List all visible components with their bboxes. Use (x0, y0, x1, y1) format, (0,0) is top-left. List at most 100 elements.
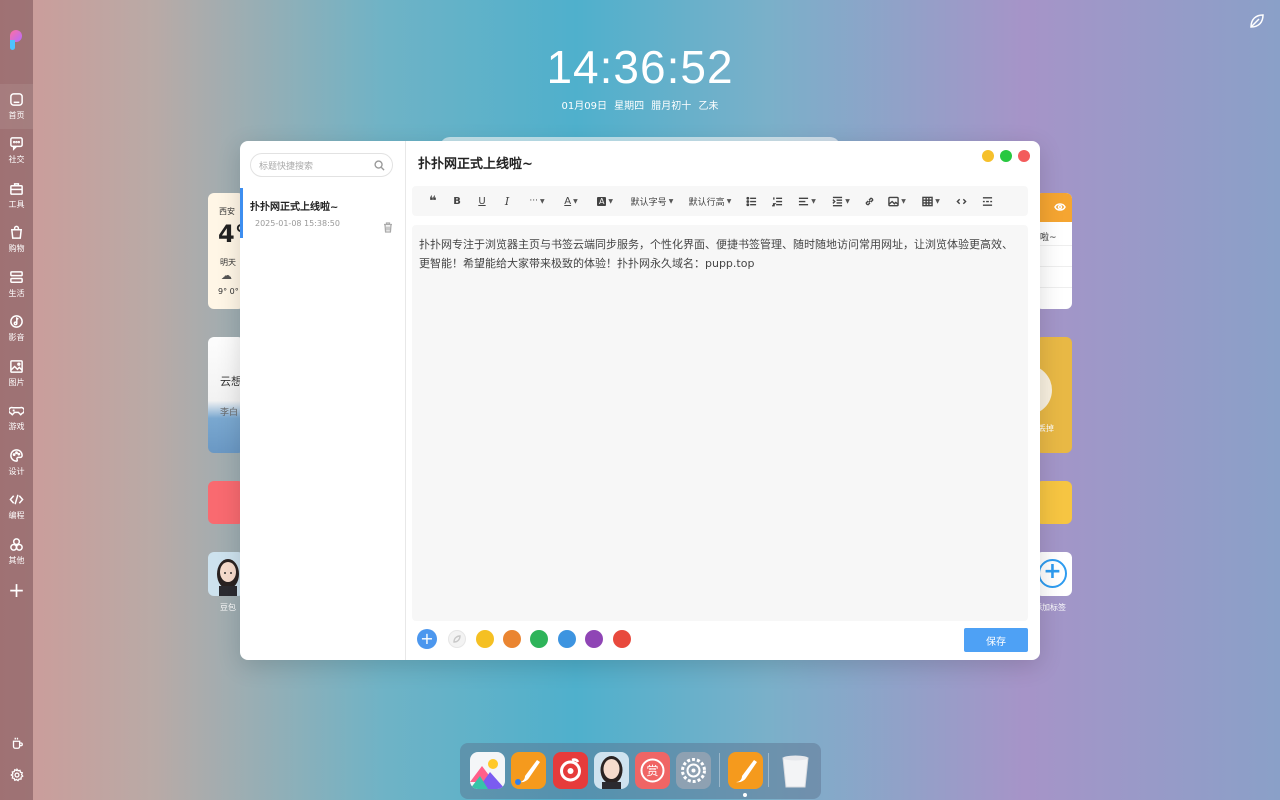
sidebar-item-label: 编程 (8, 511, 25, 521)
weather-widget[interactable]: 西安 4° 明天 ☁ 9° 0° (208, 193, 244, 309)
reward-app-icon[interactable]: 赏 (635, 752, 670, 789)
yellow-widget[interactable]: 丢掉 (1036, 337, 1072, 453)
sidebar-item-life[interactable]: 生活 (0, 262, 33, 307)
color-yellow-button[interactable] (476, 630, 494, 648)
note-search-input[interactable] (251, 156, 366, 178)
quote-button[interactable]: ❝ (422, 186, 444, 216)
save-button[interactable]: 保存 (964, 628, 1028, 652)
doubao-widget[interactable] (208, 552, 244, 596)
coffee-icon[interactable] (10, 736, 24, 750)
no-color-icon (453, 635, 461, 643)
note-list-item[interactable]: 扑扑网正式上线啦~ 2025-01-08 15:38:50 (240, 188, 405, 238)
add-note-button[interactable]: + (417, 629, 437, 649)
note-editor-window: 扑扑网正式上线啦~ 2025-01-08 15:38:50 扑扑网正式上线啦~ … (240, 141, 1040, 660)
note-item-time: 2025-01-08 15:38:50 (255, 219, 340, 228)
italic-button[interactable]: I (494, 186, 520, 216)
indent-button[interactable]: ▼ (824, 186, 858, 216)
sidebar-item-label: 购物 (8, 244, 25, 254)
sidebar-item-design[interactable]: 设计 (0, 440, 33, 485)
poem-author: 李白 (220, 408, 239, 418)
sidebar-item-media[interactable]: 影音 (0, 307, 33, 352)
note-content[interactable]: 扑扑网专注于浏览器主页与书签云端同步服务，个性化界面、便捷书签管理、随时随地访问… (419, 235, 1021, 273)
eye-icon[interactable] (1054, 201, 1066, 213)
active-indicator (240, 188, 243, 238)
trash-icon[interactable] (778, 752, 813, 789)
doubao-avatar-icon[interactable] (594, 752, 629, 789)
more-icon: ··· (529, 196, 538, 206)
settings-icon[interactable] (9, 768, 24, 782)
bag-icon (10, 225, 23, 240)
dock: 赏 (460, 743, 821, 799)
shapes-icon (10, 537, 23, 551)
align-button[interactable]: ▼ (790, 186, 824, 216)
settings-app-icon[interactable] (676, 752, 711, 789)
maximize-button[interactable] (1000, 150, 1012, 162)
code-button[interactable] (948, 186, 974, 216)
chat-icon (10, 137, 23, 152)
brush-active-icon[interactable] (728, 752, 763, 789)
sidebar-item-shopping[interactable]: 购物 (0, 218, 33, 263)
add-category-button[interactable]: + (8, 580, 25, 600)
sidebar-item-label: 工具 (8, 199, 25, 209)
add-tag-widget[interactable]: + (1036, 552, 1072, 596)
image-insert-button[interactable]: ▼ (880, 186, 914, 216)
numbered-list-button[interactable] (764, 186, 790, 216)
more-format-button[interactable]: ··· ▼ (520, 186, 554, 216)
sidebar-item-other[interactable]: 其他 (0, 529, 33, 574)
note-content-editor[interactable]: 扑扑网专注于浏览器主页与书签云端同步服务，个性化界面、便捷书签管理、随时随地访问… (412, 225, 1028, 621)
bullet-list-button[interactable] (738, 186, 764, 216)
font-size-select[interactable]: 默认字号 ▼ (622, 186, 682, 216)
color-none-button[interactable] (448, 630, 466, 648)
bold-button[interactable]: B (444, 186, 470, 216)
indent-icon (832, 196, 843, 206)
sidebar-item-label: 生活 (8, 288, 25, 298)
note-title-field[interactable]: 扑扑网正式上线啦~ (418, 153, 918, 172)
sidebar-nav: 首页 社交 工具 购物 生活 影音 图片 游戏 设计 编程 其他 + (0, 84, 33, 600)
link-icon (865, 197, 873, 205)
weather-city: 西安 (219, 207, 235, 216)
line-height-select[interactable]: 默认行高 ▼ (682, 186, 738, 216)
sidebar: 首页 社交 工具 购物 生活 影音 图片 游戏 设计 编程 其他 + (0, 0, 33, 800)
bg-color-button[interactable]: A ▼ (588, 186, 622, 216)
sidebar-item-images[interactable]: 图片 (0, 351, 33, 396)
window-controls (982, 150, 1030, 162)
sidebar-item-games[interactable]: 游戏 (0, 396, 33, 441)
note-search-box (250, 153, 393, 178)
color-purple-button[interactable] (585, 630, 603, 648)
gallery-app-icon[interactable] (470, 752, 505, 789)
avatar (217, 559, 239, 596)
color-red-button[interactable] (613, 630, 631, 648)
close-button[interactable] (1018, 150, 1030, 162)
sidebar-item-label: 影音 (8, 333, 25, 343)
sidebar-item-coding[interactable]: 编程 (0, 485, 33, 530)
editor-toolbar: ❝ B U I ···▼ A▼ A▼ 默认字号▼ 默认行高▼ ▼ ▼ (412, 186, 1028, 216)
delete-note-button[interactable] (383, 218, 393, 233)
yellow-widget-small[interactable] (1036, 481, 1072, 524)
code-icon (9, 494, 24, 505)
sidebar-item-tools[interactable]: 工具 (0, 173, 33, 218)
color-green-button[interactable] (530, 630, 548, 648)
trash-icon (384, 222, 392, 233)
weather-range: 9° 0° (218, 287, 239, 296)
font-color-button[interactable]: A ▼ (554, 186, 588, 216)
underline-icon: U (478, 195, 486, 207)
brush-app-icon[interactable] (511, 752, 546, 789)
link-button[interactable] (858, 186, 880, 216)
color-blue-button[interactable] (558, 630, 576, 648)
bullet-list-icon (745, 196, 756, 206)
table-button[interactable]: ▼ (914, 186, 948, 216)
search-icon[interactable] (374, 160, 385, 171)
note-widget[interactable]: 啦~ (1036, 193, 1072, 309)
sidebar-item-label: 游戏 (8, 422, 25, 432)
sidebar-item-social[interactable]: 社交 (0, 129, 33, 174)
underline-button[interactable]: U (470, 186, 494, 216)
poem-widget[interactable]: 云想 李白 (208, 337, 244, 453)
wallpaper-toggle-button[interactable] (1248, 12, 1266, 30)
red-widget[interactable] (208, 481, 244, 524)
color-orange-button[interactable] (503, 630, 521, 648)
yellow-widget-label: 丢掉 (1038, 424, 1054, 433)
netease-music-icon[interactable] (553, 752, 588, 789)
divider-button[interactable] (974, 186, 1000, 216)
minimize-button[interactable] (982, 150, 994, 162)
sidebar-item-label: 社交 (8, 155, 25, 165)
